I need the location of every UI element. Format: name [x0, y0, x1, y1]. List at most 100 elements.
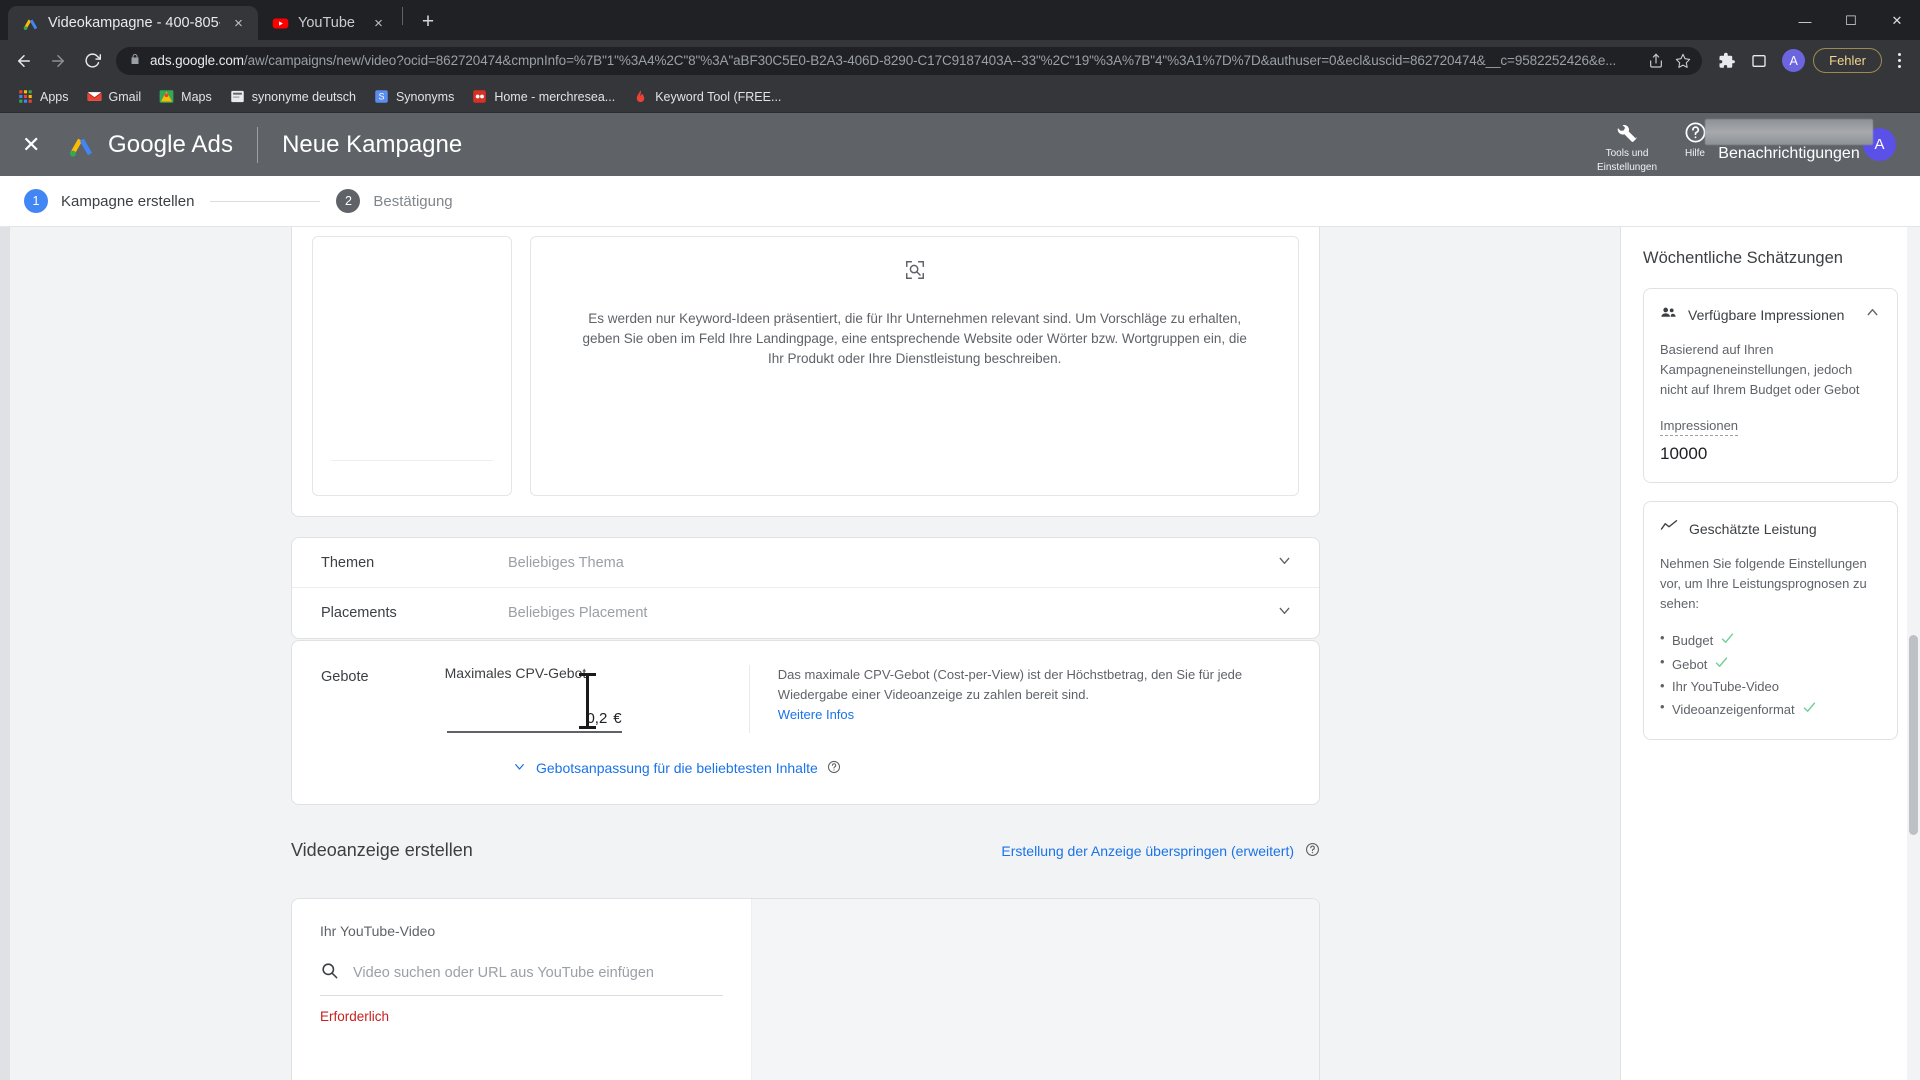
keyword-input-underline [331, 460, 494, 461]
available-impressions-card: Verfügbare Impressionen Basierend auf Ih… [1643, 288, 1898, 483]
forward-icon[interactable] [42, 45, 74, 77]
sidebar-title: Wöchentliche Schätzungen [1643, 249, 1843, 267]
chevron-up-icon[interactable] [1864, 304, 1881, 326]
keyword-ideas-card: Es werden nur Keyword-Ideen präsentiert,… [291, 227, 1320, 517]
step-connector [210, 200, 321, 202]
app-header: ✕ Google Ads Neue Kampagne Tools und Ein… [0, 113, 1920, 176]
requirement-label: Gebot [1672, 656, 1708, 672]
more-info-link[interactable]: Weitere Infos [778, 707, 854, 722]
lock-icon [129, 52, 141, 70]
row-label: Themen [321, 554, 375, 571]
bookmark-gmail[interactable]: Gmail [79, 85, 150, 108]
row-themen[interactable]: Themen Beliebiges Thema [292, 538, 1319, 588]
bids-card: Gebote Maximales CPV-Gebot 0,2 € Das max… [291, 640, 1320, 805]
window-close-icon[interactable]: ✕ [1874, 4, 1920, 38]
header-actions: Tools und Einstellungen Hilfe Benachrich… [1593, 115, 1896, 174]
wizard-stepper: 1 Kampagne erstellen 2 Bestätigung [0, 176, 1920, 227]
list-item: Ihr YouTube-Video [1660, 676, 1881, 697]
share-icon[interactable] [1647, 53, 1665, 69]
close-campaign-button[interactable]: ✕ [22, 133, 48, 156]
help-circle-icon[interactable] [827, 760, 841, 777]
bookmark-label: Home - merchresea... [494, 89, 616, 104]
url-text: ads.google.com/aw/campaigns/new/video?oc… [150, 53, 1638, 68]
cpv-bid-value: 0,2 [586, 710, 608, 727]
bookmark-synonyms[interactable]: S Synonyms [366, 85, 462, 108]
bid-adjustment-label: Gebotsanpassung für die beliebtesten Inh… [536, 760, 818, 776]
back-icon[interactable] [8, 45, 40, 77]
bookmark-keyword-tool[interactable]: Keyword Tool (FREE... [625, 85, 789, 108]
extensions-puzzle-icon[interactable] [1712, 46, 1742, 76]
bids-section-label: Gebote [321, 669, 369, 685]
bid-adjustment-expander[interactable]: Gebotsanpassung für die beliebtesten Inh… [512, 759, 1319, 777]
bookmark-star-icon[interactable] [1674, 53, 1692, 69]
video-preview-panel [751, 899, 1319, 1080]
browser-menu-icon[interactable] [1886, 46, 1912, 76]
check-icon [1802, 700, 1817, 718]
estimates-sidebar: Wöchentliche Schätzungen Verfügbare Impr… [1620, 227, 1920, 1080]
bookmark-maps[interactable]: Maps [151, 85, 220, 108]
youtube-icon [272, 15, 289, 32]
card-title: Geschätzte Leistung [1689, 520, 1817, 537]
tab-title: YouTube [298, 15, 355, 31]
row-value: Beliebiges Placement [508, 605, 648, 621]
card-header[interactable]: Verfügbare Impressionen [1660, 304, 1881, 326]
tools-and-settings-button[interactable]: Tools und Einstellungen [1593, 115, 1661, 174]
sidepanel-icon[interactable] [1744, 46, 1774, 76]
keyword-input-panel[interactable] [312, 236, 513, 496]
skip-ad-creation-link[interactable]: Erstellung der Anzeige überspringen (erw… [1001, 842, 1320, 860]
chevron-down-icon [512, 759, 527, 777]
bookmark-label: Gmail [108, 89, 142, 104]
chevron-down-icon[interactable] [1276, 602, 1293, 624]
check-icon [1720, 631, 1735, 649]
bids-help-paragraph: Das maximale CPV-Gebot (Cost-per-View) i… [777, 667, 1243, 702]
row-label: Placements [321, 605, 397, 621]
row-placements[interactable]: Placements Beliebiges Placement [292, 588, 1319, 638]
card-description: Basierend auf Ihren Kampagneneinstellung… [1660, 342, 1860, 397]
cpv-bid-label: Maximales CPV-Gebot [444, 665, 587, 681]
site-icon: S [374, 89, 389, 104]
scrollbar-thumb[interactable] [1909, 635, 1918, 835]
bookmark-label: Apps [40, 89, 69, 104]
close-icon[interactable]: × [229, 14, 248, 33]
step-1-create-campaign[interactable]: 1 Kampagne erstellen [24, 189, 194, 213]
apps-grid-icon [18, 89, 33, 104]
help-label: Hilfe [1684, 148, 1705, 159]
google-ads-icon [22, 15, 39, 32]
help-circle-icon [1684, 119, 1707, 146]
notifications-button[interactable]: Benachrichtigungen [1705, 115, 1873, 163]
cpv-bid-input[interactable]: 0,2 € [446, 673, 622, 733]
chevron-down-icon[interactable] [1276, 552, 1293, 574]
close-icon[interactable]: × [369, 14, 388, 33]
browser-tab-youtube[interactable]: YouTube × [258, 6, 398, 40]
site-icon [230, 89, 245, 104]
browser-tab-google-ads[interactable]: Videokampagne - 400-805-6921 × [8, 6, 258, 40]
search-icon [320, 961, 339, 985]
reload-icon[interactable] [76, 45, 108, 77]
minimize-icon[interactable]: — [1782, 4, 1828, 38]
new-tab-button[interactable]: + [413, 7, 443, 37]
step-2-confirmation[interactable]: 2 Bestätigung [336, 189, 453, 213]
help-circle-icon[interactable] [1305, 842, 1320, 860]
tools-label-line2: Einstellungen [1596, 162, 1658, 173]
profile-avatar[interactable]: A [1782, 49, 1806, 72]
tools-label-line1: Tools und [1605, 148, 1649, 159]
bookmark-synonyme-deutsch[interactable]: synonyme deutsch [222, 85, 364, 108]
bookmark-label: Keyword Tool (FREE... [655, 89, 782, 104]
error-badge[interactable]: Fehler [1813, 48, 1882, 73]
bookmark-home-merchresearch[interactable]: Home - merchresea... [464, 85, 623, 108]
maximize-icon[interactable]: ☐ [1828, 4, 1874, 38]
bookmarks-bar: Apps Gmail Maps synonyme deutsch S Synon… [0, 81, 1920, 113]
brand-block: Google Ads [66, 131, 233, 159]
list-item: Budget [1660, 628, 1881, 652]
bookmark-label: Maps [181, 89, 212, 104]
video-search-input[interactable]: Video suchen oder URL aus YouTube einfüg… [320, 961, 723, 996]
check-icon [1714, 655, 1729, 673]
tab-strip: Videokampagne - 400-805-6921 × YouTube ×… [0, 0, 1920, 40]
step-label: Kampagne erstellen [61, 192, 195, 210]
page-scrollbar[interactable] [1907, 227, 1920, 1080]
video-ad-header: Videoanzeige erstellen Erstellung der An… [291, 840, 1320, 861]
card-header[interactable]: Geschätzte Leistung [1660, 517, 1881, 540]
bookmark-apps[interactable]: Apps [10, 85, 77, 108]
address-bar[interactable]: ads.google.com/aw/campaigns/new/video?oc… [116, 46, 1703, 75]
requirement-label: Budget [1672, 632, 1714, 648]
